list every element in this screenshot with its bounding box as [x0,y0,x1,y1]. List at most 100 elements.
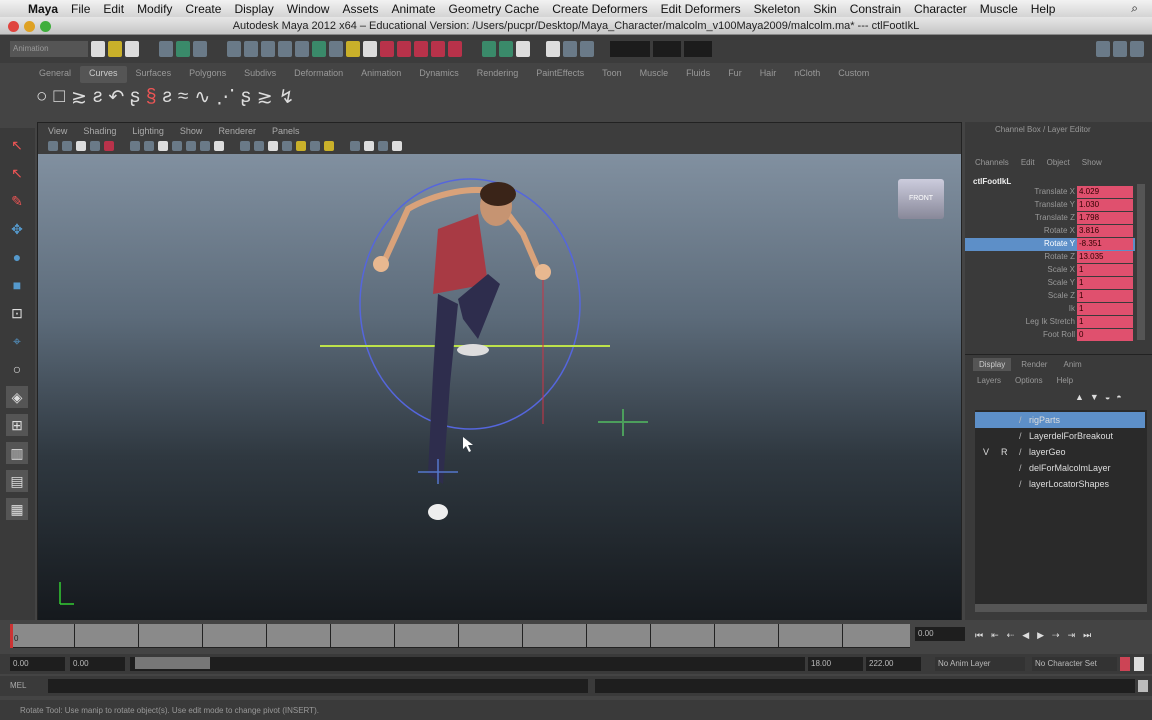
channel-row[interactable]: Scale Z1 [965,290,1135,303]
curve-red-icon[interactable]: § [146,86,157,108]
go-to-end-icon[interactable]: ⏭ [1083,630,1091,641]
motion-blur-icon[interactable] [268,141,278,151]
move-layer-up-icon[interactable]: ▲ [1075,392,1084,402]
play-backward-icon[interactable]: ◀ [1022,630,1029,641]
ipr-icon[interactable] [516,41,530,57]
select-tool-icon[interactable]: ↖ [6,134,28,156]
mask-icon[interactable] [329,41,343,57]
y-field[interactable] [653,41,681,57]
step-forward-frame-icon[interactable]: ⇢ [1052,630,1060,641]
channel-row[interactable]: Rotate Y -8.351 [965,238,1135,251]
viewport-menu-lighting[interactable]: Lighting [132,126,164,136]
shelf-tab[interactable]: nCloth [785,66,829,83]
layer-color-icon[interactable]: / [1019,428,1022,444]
layer-playback-toggle[interactable]: R [1001,444,1008,460]
ao-icon[interactable] [254,141,264,151]
save-scene-icon[interactable] [125,41,139,57]
menu-edit-deformers[interactable]: Edit Deformers [661,2,741,16]
channel-value[interactable]: 1 [1077,316,1133,328]
layer-color-icon[interactable]: / [1019,476,1022,492]
channel-value[interactable]: 1 [1077,290,1133,302]
snap-point-icon[interactable] [414,41,428,57]
light-icon[interactable] [324,141,334,151]
snap-curve-icon[interactable] [397,41,411,57]
range-slider-handle[interactable] [135,657,210,669]
step-back-key-icon[interactable]: ⇤ [991,630,999,641]
menu-character[interactable]: Character [914,2,967,16]
menu-skeleton[interactable]: Skeleton [754,2,801,16]
shelf-tab[interactable]: Fur [719,66,751,83]
move-layer-down-icon[interactable]: ▼ [1090,392,1099,402]
new-layer-selected-icon[interactable]: ◓ [1116,392,1121,402]
select-component-icon[interactable] [193,41,207,57]
tool-settings-icon[interactable] [1113,41,1127,57]
textured-icon[interactable] [158,141,168,151]
time-slider[interactable]: 0 [10,624,910,648]
lights-icon[interactable] [172,141,182,151]
select-object-icon[interactable] [176,41,190,57]
layer-row[interactable]: / layerLocatorShapes [975,476,1145,492]
layer-color-icon[interactable]: / [1019,412,1022,428]
shelf-tab[interactable]: Hair [751,66,786,83]
channel-label[interactable]: Scale Y [1048,278,1075,287]
nurbs-square-icon[interactable]: □ [53,86,64,108]
gate-icon[interactable] [350,141,360,151]
mask-icon[interactable] [278,41,292,57]
channel-row[interactable]: Rotate Z 13.035 [965,251,1135,264]
3d-scene[interactable]: FRONT [38,154,961,620]
channel-label[interactable]: Rotate Y [1044,239,1075,248]
menu-window[interactable]: Window [287,2,330,16]
layer-name[interactable]: layerGeo [1029,444,1066,460]
shelf-tab[interactable]: Animation [352,66,410,83]
layer-row[interactable]: V R / layerGeo [975,444,1145,460]
menu-layers[interactable]: Layers [977,376,1001,385]
menu-constrain[interactable]: Constrain [850,2,901,16]
camera-icon[interactable] [48,141,58,151]
mask-icon[interactable] [244,41,258,57]
render-icon[interactable] [499,41,513,57]
input-line-icon[interactable] [580,41,594,57]
channel-label[interactable]: Scale Z [1048,291,1075,300]
layer-scrollbar[interactable] [975,604,1147,612]
film-gate-icon[interactable] [364,141,374,151]
channel-row[interactable]: Ik 1 [965,303,1135,316]
viewport-menu-renderer[interactable]: Renderer [218,126,256,136]
shelf-tab[interactable]: Rendering [468,66,528,83]
menu-options[interactable]: Options [1015,376,1043,385]
layer-visibility-toggle[interactable]: V [983,444,989,460]
pencil-curve-icon[interactable]: ↶ [108,86,124,109]
channel-label[interactable]: Translate Y [1035,200,1075,209]
graph-layout-icon[interactable]: ▦ [6,498,28,520]
scale-tool-icon[interactable]: ■ [6,274,28,296]
mel-input[interactable] [48,679,588,693]
script-editor-icon[interactable] [1138,680,1148,692]
menu-create-deformers[interactable]: Create Deformers [552,2,647,16]
start-time-field[interactable]: 0.00 [10,657,65,671]
x-field[interactable] [610,41,650,57]
menu-muscle[interactable]: Muscle [980,2,1018,16]
mask-icon[interactable] [312,41,326,57]
new-layer-icon[interactable]: ◒ [1105,392,1110,402]
shadows-icon[interactable] [186,141,196,151]
curve-icon[interactable]: ∿ [194,86,210,109]
z-field[interactable] [684,41,712,57]
menu-channels[interactable]: Channels [975,158,1009,167]
menu-assets[interactable]: Assets [342,2,378,16]
channel-row[interactable]: Foot Roll 0 [965,329,1135,342]
menu-app[interactable]: Maya [28,2,58,16]
hypershade-icon[interactable] [563,41,577,57]
shelf-tab[interactable]: General [30,66,80,83]
isolate-icon[interactable] [214,141,224,151]
channel-row[interactable]: Translate X 4.029 [965,186,1135,199]
layer-row[interactable]: / LayerdelForBreakout [975,428,1145,444]
wireframe-icon[interactable] [130,141,140,151]
channel-row[interactable]: Leg Ik Stretch 1 [965,316,1135,329]
cv-curve-icon[interactable]: ≳ [71,86,87,109]
channel-value[interactable]: 13.035 [1077,251,1133,263]
menu-object[interactable]: Object [1047,158,1070,167]
menuset-dropdown[interactable]: Animation [10,41,88,57]
channel-label[interactable]: Scale X [1047,265,1075,274]
curve-icon[interactable]: ≈ [178,86,188,108]
spotlight-search-icon[interactable]: ⌕ [1131,1,1138,16]
mask-icon[interactable] [295,41,309,57]
